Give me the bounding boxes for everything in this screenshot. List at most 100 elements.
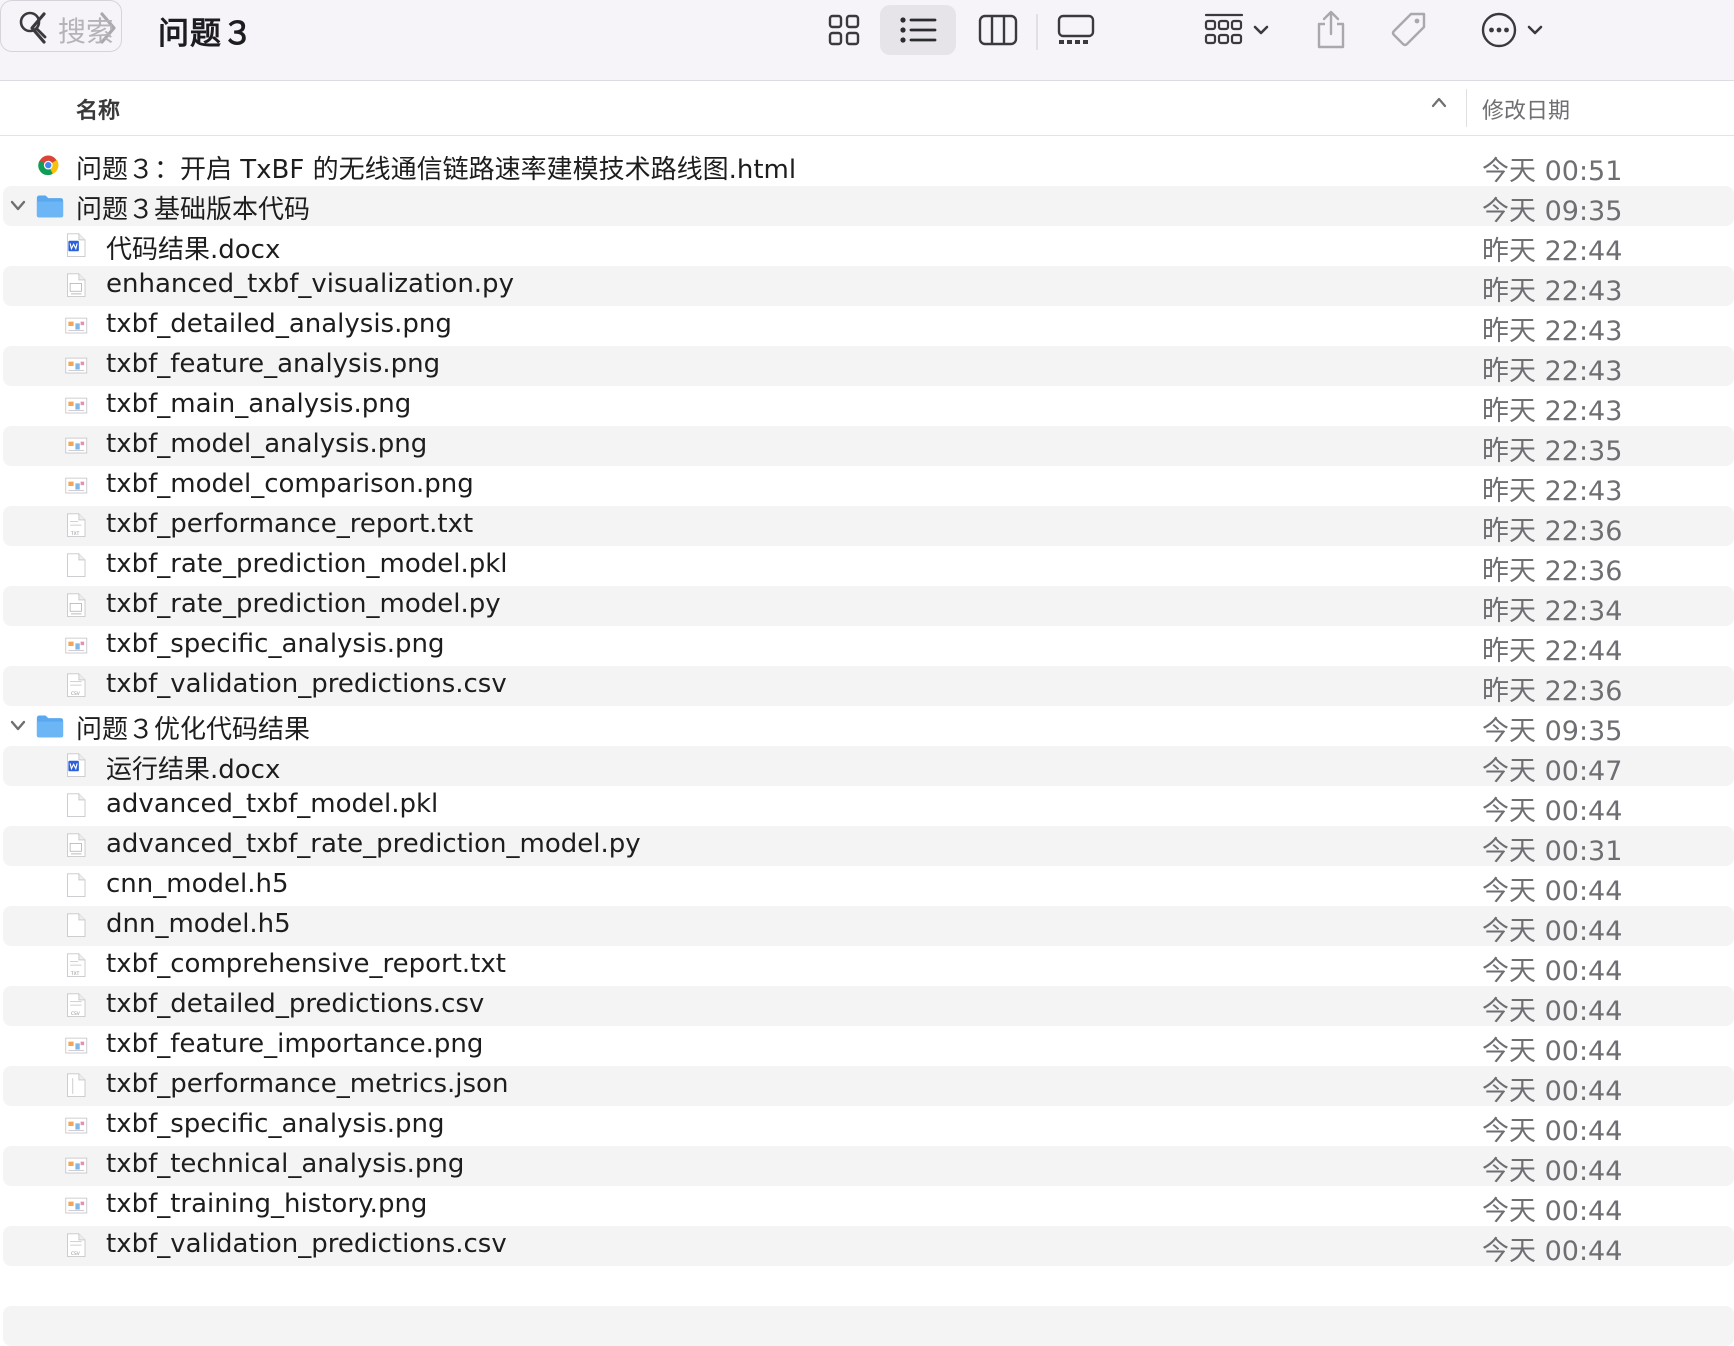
chevron-down-icon [1527,25,1543,35]
item-modified-date: 今天 00:44 [1482,996,1623,1027]
chevron-down-icon [1253,25,1269,35]
list-view-button[interactable] [880,5,956,55]
folder-row[interactable]: 问题３优化代码结果 今天 09:35 [0,706,1734,747]
file-row[interactable]: dnn_model.h5 今天 00:44 [0,906,1734,947]
file-row[interactable]: txbf_feature_importance.png 今天 00:44 [0,1026,1734,1067]
item-modified-date: 昨天 22:34 [1482,596,1623,627]
item-modified-date: 今天 00:47 [1482,756,1623,787]
image-file-icon [65,1037,88,1054]
item-name: txbf_main_analysis.png [106,389,412,419]
file-row[interactable]: 问题３：开启 TxBF 的无线通信链路速率建模技术路线图.html 今天 00:5… [0,146,1734,187]
folder-icon [36,715,64,738]
sort-ascending-icon [1431,97,1447,108]
image-file-icon [65,1117,88,1134]
column-date-header[interactable]: 修改日期 [1482,93,1570,125]
file-row[interactable]: txbf_technical_analysis.png 今天 00:44 [0,1146,1734,1187]
item-name: txbf_rate_prediction_model.py [106,589,501,619]
item-modified-date: 今天 09:35 [1482,716,1623,747]
grid-icon [828,14,860,46]
item-name: 运行结果.docx [106,755,281,785]
item-name: advanced_txbf_model.pkl [106,789,439,819]
file-row[interactable]: txbf_model_comparison.png 昨天 22:43 [0,466,1734,507]
blank-file-icon [67,873,86,897]
gallery-icon [1057,14,1095,44]
file-row[interactable]: txbf_rate_prediction_model.pkl 昨天 22:36 [0,546,1734,587]
window-title: 问题３ [158,16,254,52]
image-file-icon [65,397,88,414]
svg-text:CSV: CSV [71,691,80,697]
more-actions-button[interactable] [1470,5,1554,55]
item-modified-date: 昨天 22:43 [1482,316,1623,347]
python-file-icon [67,273,86,297]
tags-button[interactable] [1378,5,1440,55]
image-file-icon [65,477,88,494]
item-name: txbf_feature_analysis.png [106,349,441,379]
item-name: advanced_txbf_rate_prediction_model.py [106,829,641,859]
file-row[interactable]: CSV txbf_validation_predictions.csv 今天 00:… [0,1226,1734,1267]
image-file-icon [65,1157,88,1174]
file-row[interactable]: txbf_specific_analysis.png 昨天 22:44 [0,626,1734,667]
item-modified-date: 今天 00:44 [1482,1116,1623,1147]
file-row[interactable]: TXT txbf_comprehensive_report.txt 今天 00:44 [0,946,1734,987]
file-row[interactable]: 运行结果.docx 今天 00:47 [0,746,1734,787]
folder-row[interactable]: 问题３基础版本代码 今天 09:35 [0,186,1734,227]
item-modified-date: 今天 00:44 [1482,1036,1623,1067]
disclosure-chevron-down-icon[interactable] [8,716,28,736]
image-file-icon [65,637,88,654]
file-row[interactable]: txbf_main_analysis.png 昨天 22:43 [0,386,1734,427]
file-row[interactable]: txbf_model_analysis.png 昨天 22:35 [0,426,1734,467]
column-view-button[interactable] [966,5,1030,55]
file-row[interactable]: CSV txbf_validation_predictions.csv 昨天 22:… [0,666,1734,707]
item-name: dnn_model.h5 [106,909,291,939]
item-modified-date: 今天 00:44 [1482,1156,1623,1187]
item-modified-date: 今天 00:44 [1482,1076,1623,1107]
file-row[interactable]: txbf_feature_analysis.png 昨天 22:43 [0,346,1734,387]
list-icon [900,17,937,43]
image-file-icon [65,1197,88,1214]
item-modified-date: 今天 09:35 [1482,196,1623,227]
item-modified-date: 昨天 22:43 [1482,356,1623,387]
file-row[interactable]: enhanced_txbf_visualization.py 昨天 22:43 [0,266,1734,307]
item-modified-date: 今天 00:44 [1482,916,1623,947]
svg-text:TXT: TXT [70,971,80,977]
file-row[interactable]: txbf_training_history.png 今天 00:44 [0,1186,1734,1227]
item-name: txbf_training_history.png [106,1189,428,1219]
item-name: txbf_model_comparison.png [106,469,474,499]
toolbar: 问题３ 搜索 [0,0,1734,81]
file-row[interactable]: CSV txbf_detailed_predictions.csv 今天 00:44 [0,986,1734,1027]
empty-row [3,1306,1734,1346]
file-row[interactable]: 代码结果.docx 昨天 22:44 [0,226,1734,267]
image-file-icon [65,317,88,334]
item-name: txbf_rate_prediction_model.pkl [106,549,508,579]
python-file-icon [67,833,86,857]
disclosure-chevron-down-icon[interactable] [8,196,28,216]
file-row[interactable]: txbf_rate_prediction_model.py 昨天 22:34 [0,586,1734,627]
gallery-view-button[interactable] [1044,5,1108,55]
icon-view-button[interactable] [812,5,876,55]
item-name: txbf_specific_analysis.png [106,1109,445,1139]
file-row[interactable]: TXT txbf_performance_report.txt 昨天 22:36 [0,506,1734,547]
json-file-icon [67,1073,86,1097]
item-name: txbf_feature_importance.png [106,1029,484,1059]
item-name: txbf_validation_predictions.csv [106,1229,507,1259]
search-icon [19,11,47,39]
share-button[interactable] [1300,5,1362,55]
item-name: txbf_detailed_analysis.png [106,309,452,339]
toolbar-divider [1036,14,1038,50]
column-name-header[interactable]: 名称 [76,93,120,125]
item-modified-date: 今天 00:44 [1482,876,1623,907]
item-modified-date: 昨天 22:36 [1482,516,1623,547]
csv-file-icon: CSV [67,673,86,697]
item-name: txbf_detailed_predictions.csv [106,989,485,1019]
file-row[interactable]: txbf_detailed_analysis.png 昨天 22:43 [0,306,1734,347]
item-name: 问题３优化代码结果 [76,715,311,745]
file-row[interactable]: cnn_model.h5 今天 00:44 [0,866,1734,907]
file-row[interactable]: advanced_txbf_rate_prediction_model.py 今天… [0,826,1734,867]
file-row[interactable]: txbf_performance_metrics.json 今天 00:44 [0,1066,1734,1107]
csv-file-icon: CSV [67,993,86,1017]
file-row[interactable]: txbf_specific_analysis.png 今天 00:44 [0,1106,1734,1147]
item-modified-date: 昨天 22:36 [1482,676,1623,707]
svg-text:CSV: CSV [71,1251,80,1257]
group-by-button[interactable] [1196,5,1278,55]
file-row[interactable]: advanced_txbf_model.pkl 今天 00:44 [0,786,1734,827]
